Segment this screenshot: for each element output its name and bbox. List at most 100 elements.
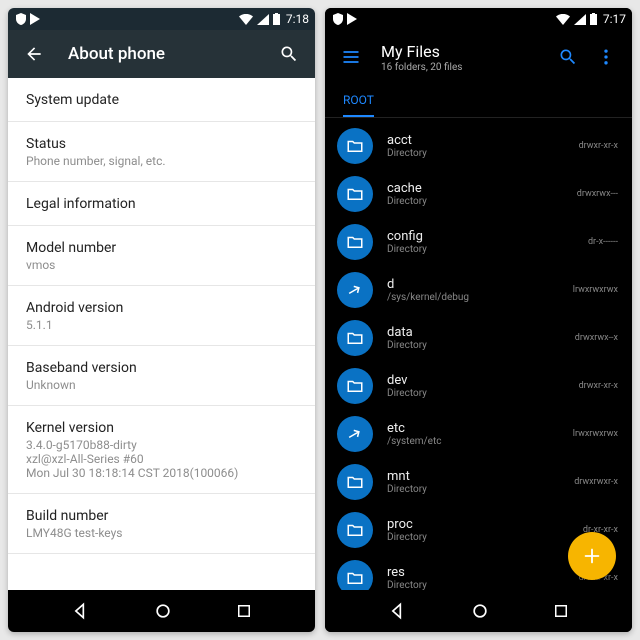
- file-sub: Directory: [387, 532, 583, 543]
- status-bar: 7:18: [8, 8, 315, 30]
- tab-root[interactable]: ROOT: [343, 93, 374, 117]
- file-row[interactable]: acctDirectorydrwxr-xr-x: [325, 122, 632, 170]
- battery-icon: [590, 13, 597, 25]
- folder-icon: [337, 128, 373, 164]
- file-name: mnt: [387, 469, 574, 484]
- menu-icon[interactable]: [339, 45, 363, 69]
- file-permissions: lrwxrwxrwx: [573, 285, 618, 295]
- file-text: resDirectory: [387, 565, 579, 590]
- file-text: cacheDirectory: [387, 181, 577, 207]
- file-permissions: drwxrwxr-x: [574, 477, 618, 487]
- file-row[interactable]: devDirectorydrwxr-xr-x: [325, 362, 632, 410]
- fab-add[interactable]: [568, 532, 616, 580]
- settings-item[interactable]: Baseband versionUnknown: [8, 346, 315, 406]
- item-subtitle: Phone number, signal, etc.: [26, 154, 297, 168]
- nav-bar: [8, 590, 315, 632]
- settings-item[interactable]: Model number vmos: [8, 226, 315, 286]
- file-sub: Directory: [387, 148, 579, 159]
- file-sub: /sys/kernel/debug: [387, 292, 573, 303]
- file-name: acct: [387, 133, 579, 148]
- file-permissions: drwxrwx---: [577, 189, 618, 199]
- play-icon: [30, 13, 40, 25]
- file-row[interactable]: mntDirectorydrwxrwxr-x: [325, 458, 632, 506]
- item-title: Status: [26, 136, 297, 152]
- file-permissions: dr-x------: [588, 237, 618, 247]
- nav-home-icon[interactable]: [470, 601, 490, 621]
- item-title: System update: [26, 92, 297, 108]
- nav-back-icon[interactable]: [387, 601, 407, 621]
- folder-icon: [337, 560, 373, 590]
- play-icon: [347, 13, 357, 25]
- link-icon: [337, 416, 373, 452]
- phone-files: 7:17 My Files 16 folders, 20 files ROOT …: [325, 8, 632, 632]
- file-row[interactable]: configDirectorydr-x------: [325, 218, 632, 266]
- folder-icon: [337, 320, 373, 356]
- nav-recents-icon[interactable]: [552, 602, 570, 620]
- app-bar: My Files 16 folders, 20 files: [325, 30, 632, 84]
- app-bar: About phone: [8, 30, 315, 78]
- folder-icon: [337, 464, 373, 500]
- nav-home-icon[interactable]: [153, 601, 173, 621]
- wifi-icon: [556, 14, 570, 25]
- item-subtitle: 3.4.0-g5170b88-dirty xzl@xzl-All-Series …: [26, 438, 297, 480]
- item-title: Legal information: [26, 196, 297, 212]
- file-text: etc/system/etc: [387, 421, 573, 447]
- tab-bar: ROOT: [325, 84, 632, 118]
- status-bar: 7:17: [325, 8, 632, 30]
- link-icon: [337, 272, 373, 308]
- item-title: Android version: [26, 300, 297, 316]
- settings-item[interactable]: Legal information: [8, 182, 315, 226]
- file-row[interactable]: d/sys/kernel/debuglrwxrwxrwx: [325, 266, 632, 314]
- phone-about: 7:18 About phone System update Status Phon…: [8, 8, 315, 632]
- status-time: 7:18: [286, 12, 309, 26]
- file-name: res: [387, 565, 579, 580]
- file-permissions: lrwxrwxrwx: [573, 429, 618, 439]
- page-subtitle: 16 folders, 20 files: [381, 62, 462, 73]
- settings-item[interactable]: System update: [8, 78, 315, 122]
- file-row[interactable]: cacheDirectorydrwxrwx---: [325, 170, 632, 218]
- file-text: mntDirectory: [387, 469, 574, 495]
- file-name: data: [387, 325, 575, 340]
- settings-item[interactable]: Kernel version 3.4.0-g5170b88-dirty xzl@x…: [8, 406, 315, 494]
- shield-icon: [333, 13, 343, 25]
- settings-item[interactable]: Status Phone number, signal, etc.: [8, 122, 315, 182]
- back-icon[interactable]: [22, 42, 46, 66]
- signal-icon: [574, 14, 586, 25]
- shield-icon: [16, 13, 26, 25]
- file-sub: Directory: [387, 196, 577, 207]
- item-title: Kernel version: [26, 420, 297, 436]
- file-sub: Directory: [387, 340, 575, 351]
- page-title: About phone: [68, 44, 165, 64]
- search-icon[interactable]: [277, 42, 301, 66]
- signal-icon: [257, 14, 269, 25]
- file-text: procDirectory: [387, 517, 583, 543]
- file-permissions: drwxr-xr-x: [579, 141, 618, 151]
- file-row[interactable]: etc/system/etclrwxrwxrwx: [325, 410, 632, 458]
- file-name: config: [387, 229, 588, 244]
- file-sub: Directory: [387, 580, 579, 590]
- settings-item[interactable]: Android version 5.1.1: [8, 286, 315, 346]
- file-row[interactable]: dataDirectorydrwxrwx--x: [325, 314, 632, 362]
- overflow-icon[interactable]: [594, 45, 618, 69]
- page-title: My Files: [381, 42, 462, 61]
- folder-icon: [337, 224, 373, 260]
- nav-recents-icon[interactable]: [235, 602, 253, 620]
- file-name: etc: [387, 421, 573, 436]
- file-name: dev: [387, 373, 579, 388]
- item-subtitle: vmos: [26, 258, 297, 272]
- item-title: Baseband version: [26, 360, 297, 376]
- file-permissions: drwxrwx--x: [575, 333, 618, 343]
- file-name: cache: [387, 181, 577, 196]
- item-subtitle: 5.1.1: [26, 318, 297, 332]
- file-text: acctDirectory: [387, 133, 579, 159]
- search-icon[interactable]: [556, 45, 580, 69]
- battery-icon: [273, 13, 280, 25]
- file-text: dataDirectory: [387, 325, 575, 351]
- file-sub: /system/etc: [387, 436, 573, 447]
- nav-back-icon[interactable]: [70, 601, 90, 621]
- settings-item[interactable]: Build numberLMY48G test-keys: [8, 494, 315, 554]
- file-sub: Directory: [387, 484, 574, 495]
- file-text: devDirectory: [387, 373, 579, 399]
- file-sub: Directory: [387, 388, 579, 399]
- item-title: Model number: [26, 240, 297, 256]
